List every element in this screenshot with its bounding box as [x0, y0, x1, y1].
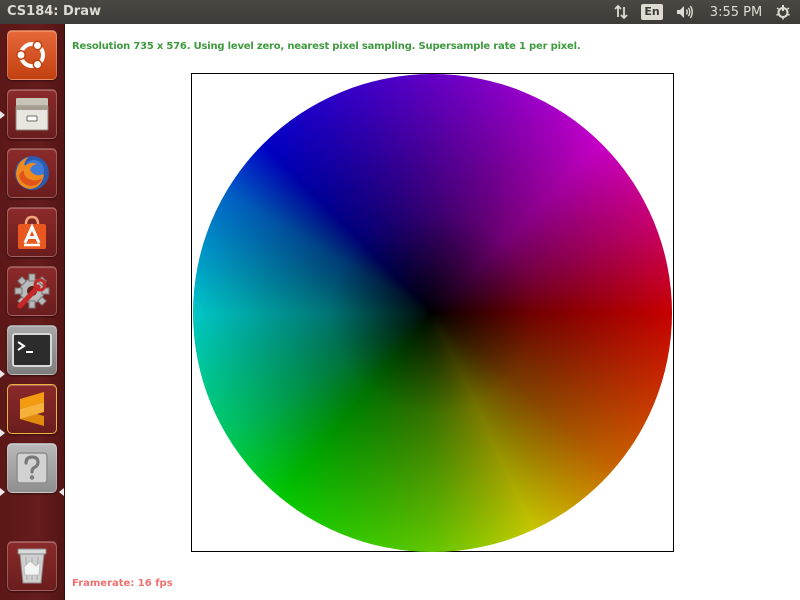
keyboard-language-label: En — [641, 4, 663, 20]
sublime-s-icon — [20, 392, 44, 426]
firefox-icon — [15, 156, 49, 190]
keyboard-language-indicator[interactable]: En — [641, 0, 663, 24]
clock[interactable]: 3:55 PM — [707, 0, 765, 24]
speaker-volume-icon — [677, 5, 693, 19]
sound-indicator[interactable] — [673, 0, 697, 24]
network-arrows-icon — [614, 4, 628, 20]
gear-wrench-icon — [14, 273, 50, 309]
launcher-item-files[interactable] — [7, 89, 57, 139]
status-text: Resolution 735 x 576. Using level zero, … — [72, 41, 581, 52]
drawing-canvas[interactable] — [191, 73, 674, 552]
window-title: CS184: Draw — [7, 4, 101, 19]
question-mark-icon — [16, 452, 48, 484]
running-indicator — [0, 488, 5, 496]
ubuntu-logo-icon — [16, 40, 45, 70]
running-indicator — [0, 111, 5, 119]
trash-icon — [17, 548, 47, 584]
running-indicator — [0, 370, 5, 378]
launcher-item-firefox[interactable] — [7, 148, 57, 198]
terminal-icon — [12, 333, 52, 367]
launcher-item-software-center[interactable] — [7, 207, 57, 257]
running-indicator — [0, 429, 5, 437]
top-panel: CS184: Draw En 3:55 PM — [0, 0, 800, 24]
color-wheel — [193, 74, 672, 552]
launcher-item-trash[interactable] — [7, 541, 57, 591]
network-indicator[interactable] — [610, 0, 632, 24]
file-cabinet-icon — [15, 98, 49, 131]
launcher-item-unknown-app[interactable] — [7, 443, 57, 493]
power-gear-icon — [776, 5, 790, 20]
focus-indicator — [59, 488, 64, 496]
launcher-item-system-settings[interactable] — [7, 266, 57, 316]
launcher-item-terminal[interactable] — [7, 325, 57, 375]
framerate-text: Framerate: 16 fps — [72, 578, 173, 589]
launcher — [0, 24, 65, 600]
session-menu[interactable] — [772, 0, 794, 24]
shopping-bag-icon — [18, 215, 46, 249]
launcher-item-sublime-text[interactable] — [7, 384, 57, 434]
launcher-item-ubuntu-dash[interactable] — [7, 30, 57, 80]
